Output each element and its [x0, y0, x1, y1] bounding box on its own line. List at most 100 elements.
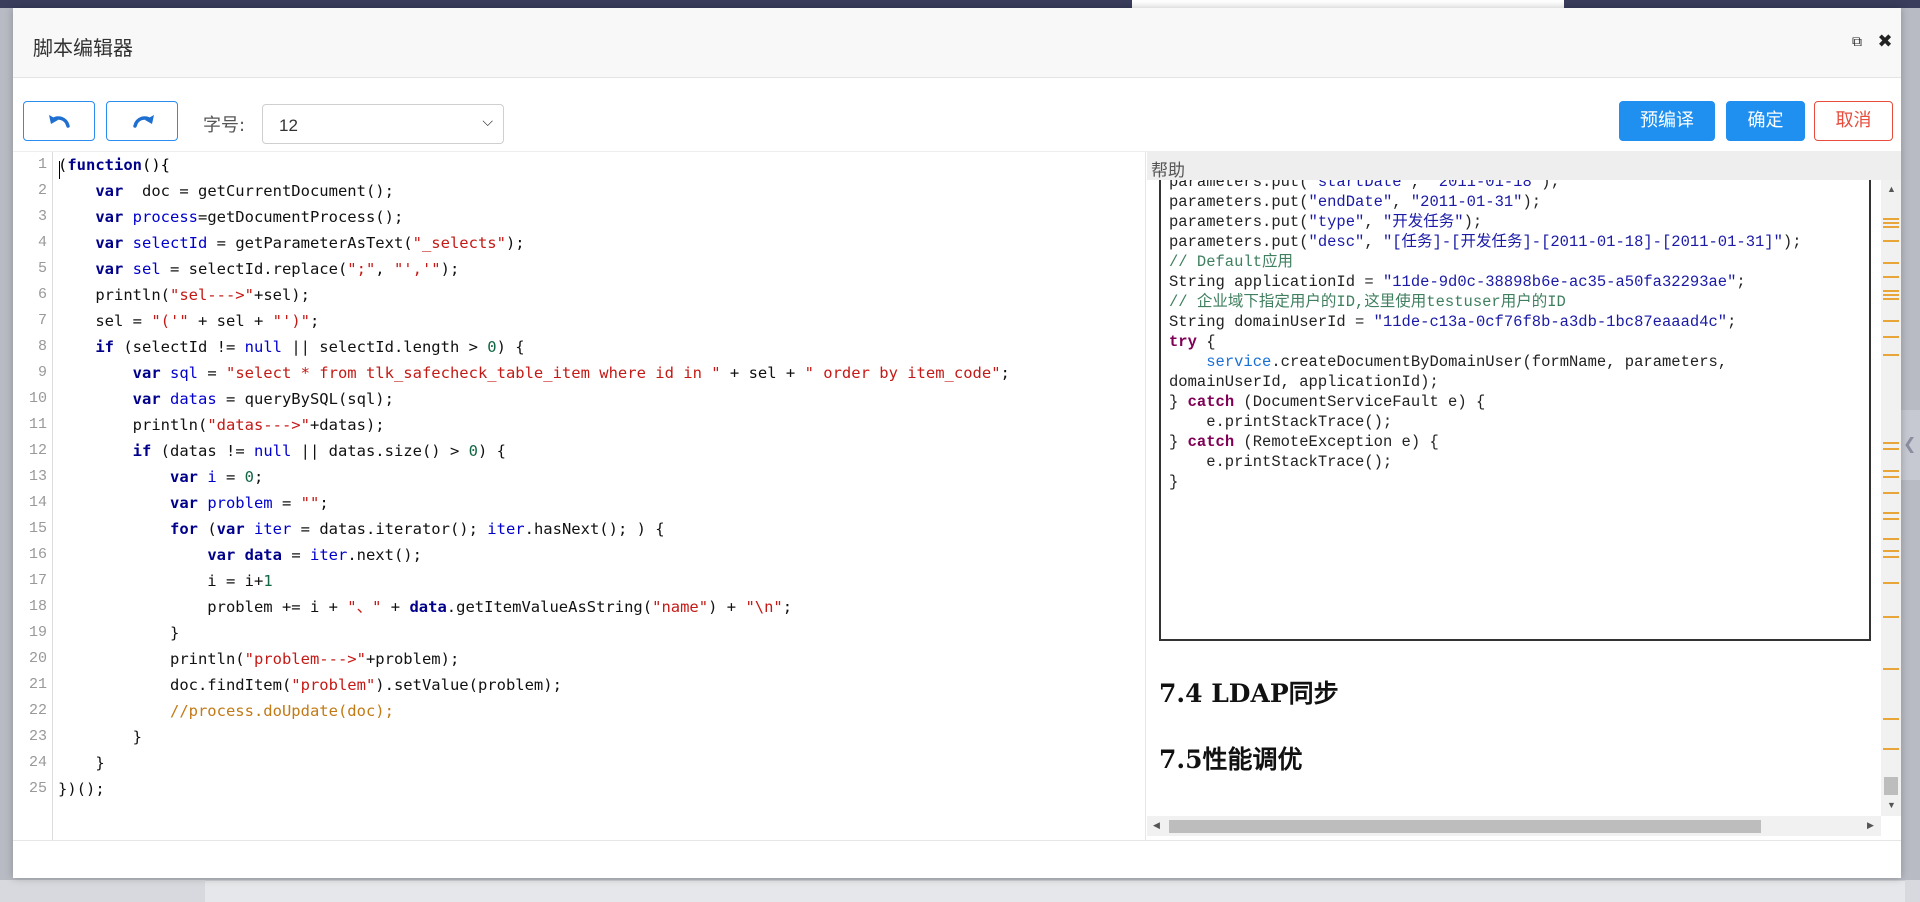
undo-button[interactable]	[23, 101, 95, 141]
side-collapse-handle[interactable]: ❮	[1900, 410, 1920, 480]
code-token: if	[132, 442, 152, 460]
code-token: =	[272, 494, 301, 512]
code-token: );	[505, 234, 525, 252]
code-token: }	[1169, 473, 1179, 491]
code-token: })();	[58, 780, 105, 798]
line-number: 15	[28, 520, 47, 537]
scroll-marker	[1883, 492, 1899, 494]
code-token: problem += i +	[58, 598, 348, 616]
scroll-marker	[1883, 582, 1899, 584]
scroll-left-icon[interactable]: ◀	[1153, 820, 1160, 831]
precompile-button[interactable]: 预编译	[1619, 101, 1715, 141]
code-token: for	[169, 520, 198, 538]
code-token: 1	[263, 572, 273, 590]
code-token: || selectId.length >	[281, 338, 488, 356]
scroll-marker	[1883, 276, 1899, 278]
code-token: .hasNext(); ) {	[524, 520, 665, 538]
scroll-up-icon[interactable]: ▲	[1887, 184, 1896, 194]
help-panel: 帮助 parameters.put("startDate", "2011-01-…	[1147, 152, 1901, 840]
code-token: ""	[300, 494, 320, 512]
scroll-marker	[1883, 442, 1899, 444]
background-bottom	[0, 880, 1920, 902]
line-number: 9	[37, 364, 47, 381]
scroll-marker	[1883, 320, 1899, 322]
code-token: "problem"	[291, 676, 376, 694]
code-token: catch	[1187, 433, 1235, 451]
code-token: selectId	[123, 234, 208, 252]
help-vertical-scrollbar[interactable]: ▲ ▼	[1881, 180, 1901, 816]
scroll-marker	[1883, 748, 1899, 750]
scroll-marker	[1883, 448, 1899, 450]
restore-icon[interactable]: ⧉	[1845, 30, 1869, 54]
script-editor-dialog: 脚本编辑器 ⧉ ✖ 字号: 12 ⌵ 预编译 确定 取消 1 2 3 4 5 6 7 8 9 10…	[13, 8, 1901, 878]
code-token: ) +	[708, 598, 746, 616]
code-token: {	[1196, 333, 1216, 351]
code-token: +sel);	[253, 286, 310, 304]
help-code-line: domainUserId, applicationId);	[1169, 372, 1802, 392]
code-line: for (var iter = datas.iterator(); iter.h…	[58, 516, 1010, 542]
code-token: ;	[309, 312, 320, 330]
close-icon[interactable]: ✖	[1873, 30, 1897, 54]
code-token: = selectId.replace(	[160, 260, 348, 278]
font-size-select[interactable]: 12 ⌵	[262, 104, 504, 144]
scroll-marker	[1883, 294, 1899, 296]
code-token: ,	[1364, 213, 1383, 231]
code-token: ,	[1364, 233, 1383, 251]
code-token: =	[197, 364, 226, 382]
code-token: "problem--->"	[244, 650, 366, 668]
scroll-right-icon[interactable]: ▶	[1867, 820, 1874, 831]
help-code-line: // 企业域下指定用户的ID,这里使用testuser用户的ID	[1169, 292, 1802, 312]
code-token: var	[207, 546, 236, 564]
help-content[interactable]: parameters.put("startDate", "2011-01-18"…	[1147, 180, 1881, 816]
code-token: (	[197, 520, 217, 538]
code-token: .next();	[347, 546, 422, 564]
code-line: }	[58, 750, 1010, 776]
line-number: 23	[28, 728, 47, 745]
text-cursor	[59, 161, 60, 179]
help-code-line: } catch (RemoteException e) {	[1169, 432, 1802, 452]
scroll-marker	[1883, 336, 1899, 338]
help-code-line: String domainUserId = "11de-c13a-0cf76f8…	[1169, 312, 1802, 332]
code-token: "2011-01-31"	[1410, 193, 1523, 211]
code-token: 0	[468, 442, 478, 460]
code-line: var problem = "";	[58, 490, 1010, 516]
scroll-down-icon[interactable]: ▼	[1887, 800, 1896, 810]
code-token: +	[381, 598, 410, 616]
code-token: data	[235, 546, 282, 564]
code-token: ,	[1410, 180, 1430, 191]
code-line: sel = "('" + sel + "')";	[58, 308, 1010, 334]
code-editor[interactable]: 1 2 3 4 5 6 7 8 9 10 11 12 13 14 15 16 17 18 19 20 21 22 23 24 2…	[13, 152, 1146, 840]
code-token: ;	[782, 598, 793, 616]
help-horizontal-scrollbar[interactable]: ◀ ▶	[1147, 816, 1881, 836]
line-number: 8	[37, 338, 47, 355]
code-token: = getParameterAsText(	[207, 234, 413, 252]
code-token: +problem);	[365, 650, 460, 668]
line-number: 3	[37, 208, 47, 225]
confirm-button[interactable]: 确定	[1726, 101, 1805, 141]
cancel-button[interactable]: 取消	[1814, 101, 1893, 141]
code-token: }	[58, 728, 142, 746]
scroll-marker	[1883, 512, 1899, 514]
code-line: var datas = queryBySQL(sql);	[58, 386, 1010, 412]
code-token: try	[1169, 333, 1197, 351]
code-token: "')"	[272, 312, 310, 330]
help-horizontal-scroll-thumb[interactable]	[1169, 820, 1761, 833]
code-line: if (datas != null || datas.size() > 0) {	[58, 438, 1010, 464]
scroll-marker	[1883, 616, 1899, 618]
code-token: ;	[1727, 313, 1737, 331]
redo-button[interactable]	[106, 101, 178, 141]
code-line: println("datas--->"+datas);	[58, 412, 1010, 438]
code-token: sel =	[58, 312, 152, 330]
help-vertical-scroll-thumb[interactable]	[1884, 777, 1898, 795]
code-token: );	[440, 260, 460, 278]
code-content[interactable]: (function(){ var doc = getCurrentDocumen…	[58, 152, 1010, 802]
code-token: }	[1169, 433, 1188, 451]
code-line: var sql = "select * from tlk_safecheck_t…	[58, 360, 1010, 386]
code-token: parameters.put(	[1169, 213, 1309, 231]
code-token: "sel--->"	[169, 286, 254, 304]
code-line: i = i+1	[58, 568, 1010, 594]
code-token: "('"	[151, 312, 189, 330]
